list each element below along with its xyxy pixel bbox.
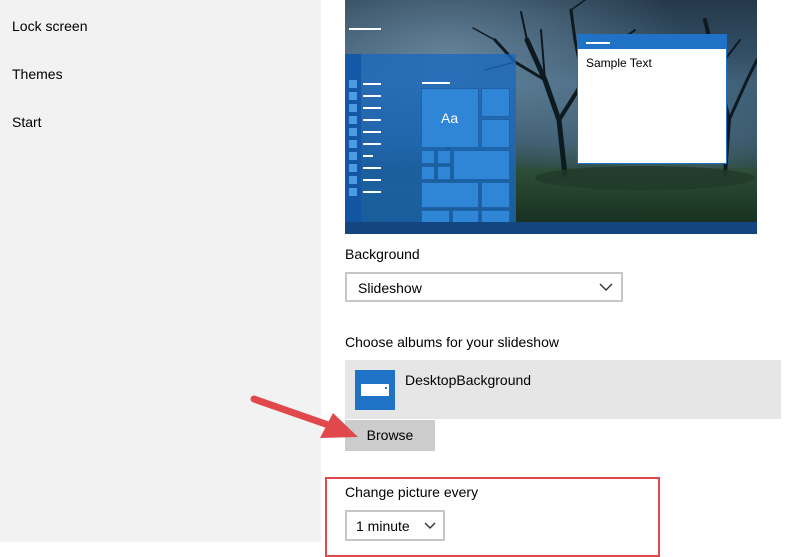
tile	[481, 119, 510, 148]
app-list-icons	[349, 80, 381, 196]
folder-icon	[355, 370, 395, 410]
start-header-line	[349, 28, 381, 30]
chevron-down-icon	[599, 283, 613, 291]
tile-label: Aa	[441, 110, 459, 126]
tile-wide	[421, 182, 479, 208]
change-picture-label: Change picture every	[345, 484, 479, 500]
background-dropdown-value: Slideshow	[358, 280, 422, 296]
start-menu-app-list	[345, 28, 381, 234]
tile	[421, 166, 435, 180]
sample-window-titlebar	[578, 35, 726, 49]
tile	[421, 150, 435, 164]
chevron-down-icon	[424, 522, 436, 529]
start-menu-preview: Aa	[345, 28, 516, 234]
tile-large: Aa	[421, 88, 479, 148]
settings-sidebar: Lock screen Themes Start	[0, 0, 321, 542]
album-item[interactable]: DesktopBackground	[345, 360, 781, 419]
change-picture-dropdown-value: 1 minute	[356, 518, 410, 534]
tile	[437, 150, 451, 164]
albums-label: Choose albums for your slideshow	[345, 334, 559, 350]
tile	[437, 166, 451, 180]
sidebar-item-lock-screen[interactable]: Lock screen	[12, 18, 87, 34]
background-dropdown[interactable]: Slideshow	[345, 272, 623, 302]
sidebar-item-start[interactable]: Start	[12, 114, 42, 130]
tiles-header-line	[422, 82, 450, 84]
sample-text: Sample Text	[586, 56, 652, 70]
change-picture-dropdown[interactable]: 1 minute	[345, 510, 445, 541]
background-preview: Aa Sample Text	[345, 0, 757, 234]
sidebar-item-themes[interactable]: Themes	[12, 66, 63, 82]
album-name: DesktopBackground	[405, 372, 532, 388]
tile	[481, 88, 510, 117]
preview-taskbar	[345, 222, 757, 234]
tile	[481, 182, 510, 208]
tile-wide	[453, 150, 510, 180]
browse-button[interactable]: Browse	[345, 420, 435, 451]
background-label: Background	[345, 246, 420, 262]
sample-window: Sample Text	[577, 34, 727, 164]
